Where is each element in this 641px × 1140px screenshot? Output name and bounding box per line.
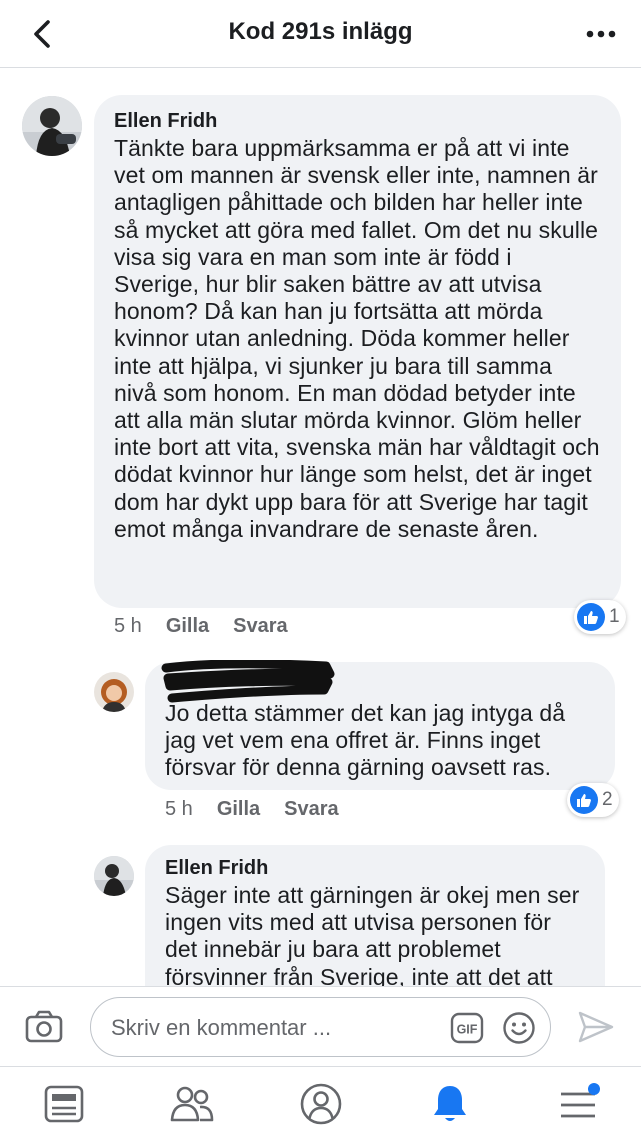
reaction-count: 2 [602,789,613,810]
more-options-button[interactable] [583,18,619,50]
gif-button[interactable]: GIF [450,1012,484,1044]
reply-button[interactable]: Svara [284,798,339,821]
more-icon [586,30,616,38]
comment-timestamp: 5 h [114,615,142,637]
comment-author[interactable]: Ellen Fridh [165,857,585,880]
reaction-badge[interactable]: 1 [574,600,626,634]
comment-bubble: Ellen Fridh Säger inte att gärningen är … [145,845,605,986]
gif-icon: GIF [450,1012,484,1044]
smiley-icon [503,1012,535,1044]
comment: Ellen Fridh Tänkte bara uppmärksamma er … [0,90,641,650]
like-icon [577,603,605,631]
avatar[interactable] [94,672,134,712]
tab-profile[interactable] [297,1081,345,1127]
comment-text: Säger inte att gärningen är okej men ser… [165,882,580,986]
reply-comment: Jo detta stämmer det kan jag intyga då j… [0,660,641,830]
camera-icon [25,1010,63,1043]
redaction-scribble [161,660,335,703]
reaction-badge[interactable]: 2 [567,783,619,817]
comment-actions: 5 h Gilla Svara [114,615,312,638]
profile-photo [94,856,134,896]
comment-actions: 5 h Gilla Svara [165,798,363,821]
tab-notifications[interactable] [426,1081,474,1127]
friends-icon [170,1086,214,1122]
comment-bubble: Ellen Fridh Tänkte bara uppmärksamma er … [94,95,621,608]
tab-news-feed[interactable] [40,1081,88,1127]
comment-input[interactable]: Skriv en kommentar ... GIF [90,997,551,1057]
like-icon [570,786,598,814]
profile-photo [22,96,82,156]
reply-button[interactable]: Svara [233,615,288,638]
reply-comment: Ellen Fridh Säger inte att gärningen är … [0,845,641,986]
reaction-count: 1 [609,606,620,627]
camera-button[interactable] [24,1009,64,1045]
avatar[interactable] [22,96,82,156]
comment-author[interactable]: Ellen Fridh [114,110,601,133]
tab-friends[interactable] [168,1081,216,1127]
top-bar: Kod 291s inlägg [0,0,641,68]
news-feed-icon [44,1085,84,1123]
comment-text: Jo detta stämmer det kan jag intyga då j… [165,700,566,781]
emoji-button[interactable] [502,1011,536,1045]
like-button[interactable]: Gilla [217,798,260,821]
profile-photo [94,672,134,712]
send-icon [578,1011,614,1043]
bottom-tab-bar [0,1066,641,1140]
notification-dot [588,1083,600,1095]
tab-menu[interactable] [554,1081,602,1127]
avatar[interactable] [94,856,134,896]
comment-timestamp: 5 h [165,798,193,820]
bell-icon [434,1086,466,1121]
comment-text: Tänkte bara uppmärksamma er på att vi in… [114,135,600,542]
like-button[interactable]: Gilla [166,615,209,638]
comment-composer: Skriv en kommentar ... GIF [0,986,641,1066]
send-button[interactable] [576,1009,616,1045]
comment-input-placeholder: Skriv en kommentar ... [111,1015,332,1040]
page-title: Kod 291s inlägg [228,18,413,45]
svg-text:GIF: GIF [457,1023,478,1037]
profile-icon [300,1083,342,1125]
